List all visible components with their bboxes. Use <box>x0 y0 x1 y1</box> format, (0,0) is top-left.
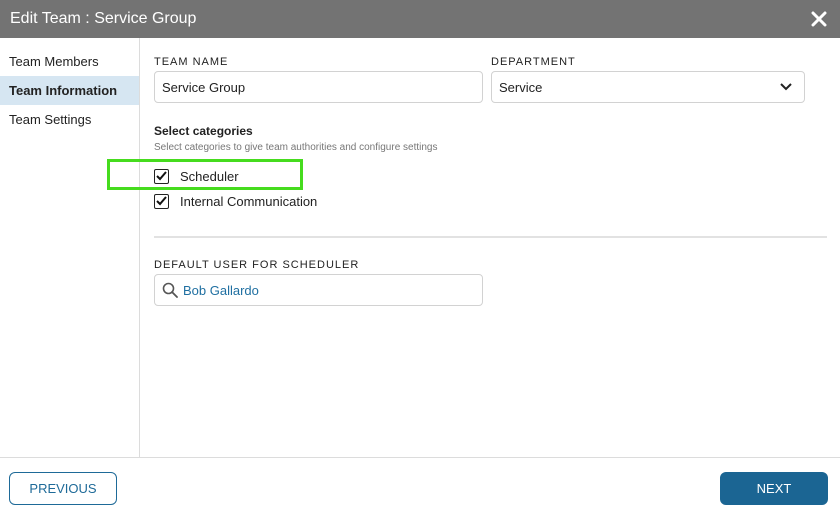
sidebar-item-team-members[interactable]: Team Members <box>0 47 139 76</box>
scheduler-checkbox[interactable] <box>154 168 169 184</box>
sidebar-item-team-information[interactable]: Team Information <box>0 76 139 105</box>
next-button[interactable]: NEXT <box>720 472 828 505</box>
sidebar-item-team-settings[interactable]: Team Settings <box>0 105 139 134</box>
dialog-titlebar: Edit Team : Service Group <box>0 0 840 38</box>
checkmark-icon <box>156 196 167 206</box>
sidebar-nav: Team Members Team Information Team Setti… <box>0 38 140 457</box>
categories-title: Select categories <box>154 124 253 138</box>
team-name-label: TEAM NAME <box>154 56 229 68</box>
dialog-footer: PREVIOUS NEXT <box>0 457 840 514</box>
section-divider <box>154 236 827 238</box>
previous-button[interactable]: PREVIOUS <box>9 472 117 505</box>
close-icon[interactable] <box>808 8 830 30</box>
close-icon-glyph <box>811 11 827 27</box>
default-user-search-input[interactable]: Bob Gallardo <box>154 274 483 306</box>
department-select[interactable]: Service <box>491 71 805 103</box>
search-icon <box>162 282 178 298</box>
internal-communication-label: Internal Communication <box>180 193 318 209</box>
team-information-panel: TEAM NAME Service Group DEPARTMENT Servi… <box>107 38 829 457</box>
scheduler-label: Scheduler <box>180 168 239 184</box>
default-user-label: DEFAULT USER FOR SCHEDULER <box>154 259 360 271</box>
checkmark-icon <box>156 171 167 181</box>
default-user-value[interactable]: Bob Gallardo <box>183 283 259 298</box>
department-value: Service <box>499 79 543 95</box>
dialog-title: Edit Team : Service Group <box>10 10 197 27</box>
team-name-input[interactable]: Service Group <box>154 71 483 103</box>
team-name-value: Service Group <box>162 79 246 95</box>
categories-description: Select categories to give team authoriti… <box>154 142 438 153</box>
category-internal-communication[interactable]: Internal Communication <box>154 192 317 210</box>
department-label: DEPARTMENT <box>491 56 576 68</box>
chevron-down-icon <box>780 83 792 91</box>
internal-communication-checkbox[interactable] <box>154 193 169 209</box>
category-scheduler[interactable]: Scheduler <box>154 167 239 185</box>
